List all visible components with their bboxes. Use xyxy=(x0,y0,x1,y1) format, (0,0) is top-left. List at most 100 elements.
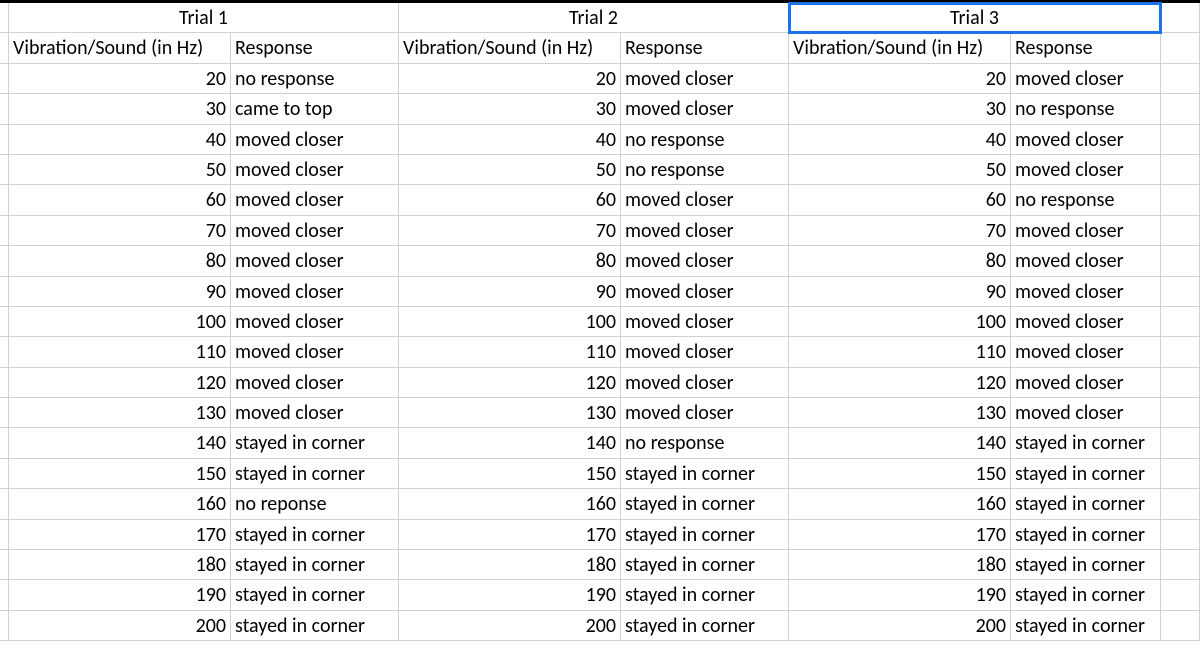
cell-resp-1[interactable]: moved closer xyxy=(231,398,399,428)
cell-resp-2[interactable]: no response xyxy=(621,428,789,458)
empty-cell[interactable] xyxy=(1161,185,1200,215)
empty-cell[interactable] xyxy=(1161,520,1200,550)
cell-resp-3[interactable]: moved closer xyxy=(1011,216,1161,246)
cell-resp-3[interactable]: moved closer xyxy=(1011,64,1161,94)
cell-hz-3[interactable]: 60 xyxy=(789,185,1011,215)
gutter-cell[interactable] xyxy=(0,3,9,33)
cell-resp-1[interactable]: moved closer xyxy=(231,277,399,307)
cell-hz-3[interactable]: 40 xyxy=(789,125,1011,155)
cell-hz-3[interactable]: 110 xyxy=(789,337,1011,367)
empty-cell[interactable] xyxy=(1161,64,1200,94)
cell-hz-3[interactable]: 90 xyxy=(789,277,1011,307)
gutter-cell[interactable] xyxy=(0,520,9,550)
gutter-cell[interactable] xyxy=(0,33,9,63)
gutter-cell[interactable] xyxy=(0,459,9,489)
cell-resp-2[interactable]: stayed in corner xyxy=(621,489,789,519)
gutter-cell[interactable] xyxy=(0,580,9,610)
gutter-cell[interactable] xyxy=(0,125,9,155)
cell-hz-2[interactable]: 130 xyxy=(399,398,621,428)
gutter-cell[interactable] xyxy=(0,94,9,124)
cell-hz-2[interactable]: 160 xyxy=(399,489,621,519)
empty-cell[interactable] xyxy=(1161,307,1200,337)
cell-hz-2[interactable]: 120 xyxy=(399,368,621,398)
cell-resp-3[interactable]: moved closer xyxy=(1011,368,1161,398)
cell-hz-1[interactable]: 160 xyxy=(9,489,231,519)
cell-hz-2[interactable]: 200 xyxy=(399,611,621,641)
cell-hz-1[interactable]: 200 xyxy=(9,611,231,641)
empty-cell[interactable] xyxy=(1161,155,1200,185)
spreadsheet-grid[interactable]: Trial 1 Trial 2 Trial 3 Vibration/Sound … xyxy=(0,0,1200,641)
cell-resp-3[interactable]: no response xyxy=(1011,185,1161,215)
empty-cell[interactable] xyxy=(1161,94,1200,124)
cell-hz-3[interactable]: 30 xyxy=(789,94,1011,124)
cell-resp-3[interactable]: moved closer xyxy=(1011,307,1161,337)
cell-hz-1[interactable]: 40 xyxy=(9,125,231,155)
empty-cell[interactable] xyxy=(1161,216,1200,246)
cell-hz-3[interactable]: 200 xyxy=(789,611,1011,641)
gutter-cell[interactable] xyxy=(0,216,9,246)
col-header-hz-1[interactable]: Vibration/Sound (in Hz) xyxy=(9,33,231,63)
cell-resp-3[interactable]: no response xyxy=(1011,94,1161,124)
cell-resp-3[interactable]: stayed in corner xyxy=(1011,611,1161,641)
cell-hz-2[interactable]: 110 xyxy=(399,337,621,367)
cell-hz-2[interactable]: 80 xyxy=(399,246,621,276)
cell-hz-3[interactable]: 160 xyxy=(789,489,1011,519)
col-header-resp-2[interactable]: Response xyxy=(621,33,789,63)
empty-cell[interactable] xyxy=(1161,428,1200,458)
cell-resp-1[interactable]: moved closer xyxy=(231,125,399,155)
cell-hz-2[interactable]: 30 xyxy=(399,94,621,124)
cell-resp-1[interactable]: stayed in corner xyxy=(231,580,399,610)
cell-resp-3[interactable]: moved closer xyxy=(1011,155,1161,185)
cell-hz-2[interactable]: 180 xyxy=(399,550,621,580)
gutter-cell[interactable] xyxy=(0,611,9,641)
empty-cell[interactable] xyxy=(1161,3,1200,33)
gutter-cell[interactable] xyxy=(0,550,9,580)
cell-hz-1[interactable]: 70 xyxy=(9,216,231,246)
cell-resp-1[interactable]: moved closer xyxy=(231,216,399,246)
cell-hz-3[interactable]: 100 xyxy=(789,307,1011,337)
cell-resp-2[interactable]: moved closer xyxy=(621,368,789,398)
empty-cell[interactable] xyxy=(1161,246,1200,276)
cell-hz-2[interactable]: 170 xyxy=(399,520,621,550)
cell-hz-1[interactable]: 190 xyxy=(9,580,231,610)
cell-resp-3[interactable]: moved closer xyxy=(1011,398,1161,428)
cell-hz-2[interactable]: 50 xyxy=(399,155,621,185)
cell-resp-3[interactable]: moved closer xyxy=(1011,246,1161,276)
cell-resp-2[interactable]: stayed in corner xyxy=(621,580,789,610)
empty-cell[interactable] xyxy=(1161,580,1200,610)
cell-resp-3[interactable]: moved closer xyxy=(1011,125,1161,155)
cell-hz-3[interactable]: 150 xyxy=(789,459,1011,489)
cell-resp-3[interactable]: stayed in corner xyxy=(1011,459,1161,489)
cell-hz-2[interactable]: 60 xyxy=(399,185,621,215)
empty-cell[interactable] xyxy=(1161,277,1200,307)
empty-cell[interactable] xyxy=(1161,337,1200,367)
cell-resp-2[interactable]: stayed in corner xyxy=(621,459,789,489)
trial-2-title[interactable]: Trial 2 xyxy=(399,3,789,33)
cell-hz-1[interactable]: 140 xyxy=(9,428,231,458)
cell-hz-1[interactable]: 20 xyxy=(9,64,231,94)
gutter-cell[interactable] xyxy=(0,428,9,458)
gutter-cell[interactable] xyxy=(0,155,9,185)
gutter-cell[interactable] xyxy=(0,337,9,367)
cell-hz-1[interactable]: 60 xyxy=(9,185,231,215)
cell-resp-3[interactable]: stayed in corner xyxy=(1011,489,1161,519)
cell-hz-3[interactable]: 20 xyxy=(789,64,1011,94)
col-header-hz-2[interactable]: Vibration/Sound (in Hz) xyxy=(399,33,621,63)
cell-hz-3[interactable]: 140 xyxy=(789,428,1011,458)
cell-hz-1[interactable]: 110 xyxy=(9,337,231,367)
cell-resp-1[interactable]: stayed in corner xyxy=(231,611,399,641)
empty-cell[interactable] xyxy=(1161,125,1200,155)
cell-hz-1[interactable]: 170 xyxy=(9,520,231,550)
cell-resp-2[interactable]: moved closer xyxy=(621,277,789,307)
cell-hz-2[interactable]: 20 xyxy=(399,64,621,94)
cell-resp-1[interactable]: moved closer xyxy=(231,185,399,215)
cell-hz-1[interactable]: 130 xyxy=(9,398,231,428)
cell-hz-1[interactable]: 90 xyxy=(9,277,231,307)
empty-cell[interactable] xyxy=(1161,368,1200,398)
cell-resp-3[interactable]: moved closer xyxy=(1011,337,1161,367)
cell-resp-3[interactable]: stayed in corner xyxy=(1011,428,1161,458)
cell-resp-1[interactable]: moved closer xyxy=(231,155,399,185)
cell-resp-2[interactable]: stayed in corner xyxy=(621,550,789,580)
gutter-cell[interactable] xyxy=(0,64,9,94)
empty-cell[interactable] xyxy=(1161,459,1200,489)
